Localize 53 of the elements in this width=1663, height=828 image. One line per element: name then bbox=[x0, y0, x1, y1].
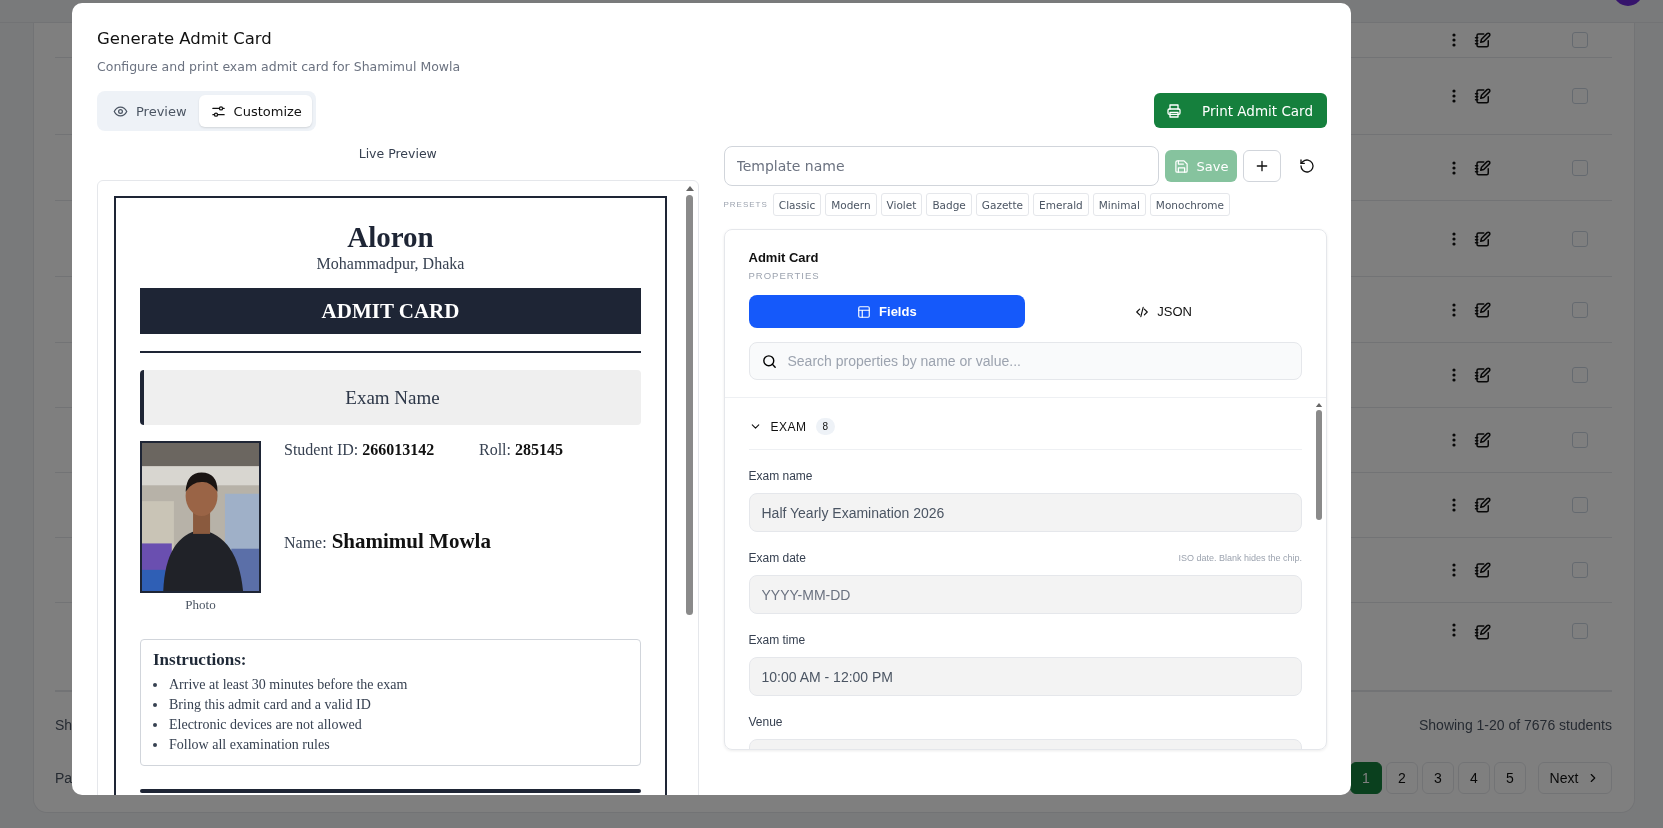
preset-chip[interactable]: Gazette bbox=[975, 193, 1030, 216]
page-button[interactable]: 3 bbox=[1422, 762, 1454, 794]
next-button[interactable]: Next bbox=[1538, 762, 1612, 794]
field-label: Exam date bbox=[748, 551, 806, 565]
print-button[interactable]: Print Admit Card bbox=[1154, 93, 1327, 128]
field-label: Exam time bbox=[748, 633, 806, 647]
count-badge: 8 bbox=[815, 418, 836, 435]
page-button[interactable]: 4 bbox=[1458, 762, 1490, 794]
template-name-field[interactable]: Template name bbox=[723, 146, 1159, 186]
section-header[interactable]: EXAM bbox=[748, 419, 807, 434]
panel-title: Admit Card bbox=[748, 250, 820, 265]
preset-chip[interactable]: Classic bbox=[772, 193, 822, 216]
input-field[interactable]: Half Yearly Examination 2026 bbox=[748, 493, 1302, 532]
preset-chip[interactable]: Monochrome bbox=[1149, 193, 1231, 216]
presets-label: PRESETS bbox=[723, 200, 768, 209]
page-button[interactable]: 2 bbox=[1386, 762, 1418, 794]
instruction-item: Bring this admit card and a valid ID bbox=[169, 696, 371, 714]
field-hint: ISO date. Blank hides the chip. bbox=[1178, 553, 1302, 563]
dialog-subtitle: Configure and print exam admit card for Shamimul Mowla bbox=[97, 59, 462, 74]
instruction-item: Follow all examination rules bbox=[169, 736, 330, 754]
preset-chip[interactable]: Badge bbox=[926, 193, 972, 216]
student-id: Student ID: 266013142 bbox=[284, 441, 436, 459]
instructions-title: Instructions: bbox=[153, 650, 248, 670]
search-field[interactable]: Search properties by name or value... bbox=[748, 342, 1302, 380]
preset-chip[interactable]: Emerald bbox=[1033, 193, 1089, 216]
properties-tab[interactable]: JSON bbox=[1025, 295, 1302, 328]
input-field[interactable]: YYYY-MM-DD bbox=[748, 575, 1302, 614]
field-label: Exam name bbox=[748, 469, 813, 483]
view-tab[interactable]: Preview bbox=[101, 95, 197, 127]
field-label: Venue bbox=[748, 715, 783, 729]
preset-chip[interactable]: Violet bbox=[880, 193, 923, 216]
properties-tab[interactable]: Fields bbox=[748, 295, 1026, 328]
roll-number: Roll: 285145 bbox=[479, 441, 563, 459]
footer-text: Sh bbox=[55, 717, 73, 733]
preset-chip[interactable]: Modern bbox=[825, 193, 877, 216]
results-summary: Showing 1-20 of 7676 students bbox=[1418, 717, 1612, 733]
preset-chip[interactable]: Minimal bbox=[1092, 193, 1146, 216]
student-name: Shamimul Mowla bbox=[331, 529, 491, 554]
dialog-title: Generate Admit Card bbox=[97, 28, 273, 50]
instruction-item: Electronic devices are not allowed bbox=[169, 716, 362, 734]
panel-subtitle: PROPERTIES bbox=[748, 270, 821, 281]
page-button[interactable]: 5 bbox=[1494, 762, 1526, 794]
card-heading: ADMIT CARD bbox=[140, 288, 641, 334]
photo-caption: Photo bbox=[185, 597, 216, 613]
name-label: Name: bbox=[284, 534, 327, 552]
preview-title: Live Preview bbox=[357, 145, 438, 163]
view-tab[interactable]: Customize bbox=[198, 95, 312, 127]
institution-address: Mohammadpur, Dhaka bbox=[315, 254, 466, 274]
input-field[interactable]: 10:00 AM - 12:00 PM bbox=[748, 657, 1302, 696]
pagination-label: Pa bbox=[55, 770, 73, 786]
exam-name-banner: Exam Name bbox=[140, 370, 641, 425]
institution-name: Aloron bbox=[346, 220, 435, 254]
instruction-item: Arrive at least 30 minutes before the exam bbox=[169, 676, 408, 694]
